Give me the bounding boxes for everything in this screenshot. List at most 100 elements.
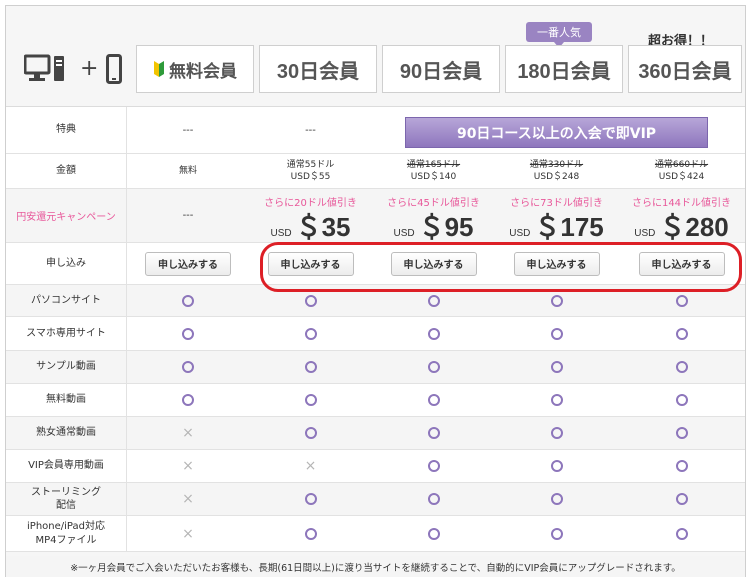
feature-cell (372, 483, 495, 515)
regular-price: 通常660ドル (654, 159, 709, 170)
usd-price: USD＄55 (290, 172, 331, 182)
pricing-table: + 一番人気 超お得！！ 無料会員 30日会員 90日会員 180日会員 360… (5, 5, 746, 577)
circle-available-icon (427, 460, 440, 472)
feature-cell (618, 450, 745, 482)
price-amount: ＄95 (418, 212, 474, 242)
circle-available-icon (182, 327, 194, 340)
desktop-pc-icon (24, 54, 64, 81)
feature-cell (249, 483, 372, 515)
feature-cell: × (127, 417, 249, 449)
feature-row: iPhone/iPad対応 MP4ファイル × (6, 516, 745, 552)
row-label: パソコンサイト (6, 285, 127, 316)
feature-cell (372, 516, 495, 551)
regular-price: 通常165ドル (406, 159, 461, 170)
feature-cell: × (127, 516, 249, 551)
cross-unavailable-icon: × (182, 491, 194, 507)
feature-cell (618, 351, 745, 383)
feature-row: 無料動画 (6, 384, 745, 417)
apply-button-free[interactable]: 申し込みする (145, 251, 231, 276)
feature-cell (127, 351, 249, 383)
row-label: 申し込み (6, 243, 127, 284)
usd-price: USD＄424 (658, 172, 705, 182)
circle-available-icon (550, 493, 563, 505)
feature-cell (372, 351, 495, 383)
feature-cell (618, 285, 745, 316)
apply-button-180[interactable]: 申し込みする (513, 251, 600, 276)
feature-cell (495, 417, 618, 449)
circle-available-icon (675, 294, 688, 307)
vip-banner: 90日コース以上の入会で即VIP (405, 117, 708, 148)
feature-cell (372, 417, 495, 449)
benefit-30: --- (305, 124, 316, 136)
feature-cell (495, 317, 618, 350)
campaign-price: USD ＄35 (249, 207, 372, 244)
circle-available-icon (675, 493, 688, 505)
row-label: 円安還元キャンペーン (6, 189, 127, 242)
circle-available-icon (675, 460, 688, 472)
circle-available-icon (304, 493, 317, 505)
cross-unavailable-icon: × (182, 525, 194, 542)
feature-cell (618, 317, 745, 350)
feature-row: 熟女通常動画 × (6, 417, 745, 450)
circle-available-icon (427, 394, 440, 406)
row-label: 熟女通常動画 (6, 417, 127, 449)
circle-available-icon (182, 394, 194, 406)
apply-button-90[interactable]: 申し込みする (390, 251, 477, 276)
campaign-360: さらに144ドル値引き USD ＄280 (618, 189, 745, 242)
smartphone-icon (106, 54, 123, 84)
feature-row: スマホ専用サイト (6, 317, 745, 351)
row-label: スマホ専用サイト (6, 317, 127, 350)
price-free: 無料 (178, 165, 197, 176)
campaign-price: USD ＄175 (495, 207, 618, 244)
plan-free: 無料会員 (136, 45, 254, 93)
feature-cell (372, 317, 495, 350)
plan-360-days: 360日会員 (628, 45, 742, 93)
campaign-30: さらに20ドル値引き USD ＄35 (249, 189, 372, 242)
beginner-mark-icon (154, 61, 164, 77)
cross-unavailable-icon: × (304, 458, 317, 474)
cross-unavailable-icon: × (182, 425, 194, 441)
circle-available-icon (550, 327, 563, 340)
apply-button-30[interactable]: 申し込みする (267, 251, 354, 276)
feature-cell (127, 285, 249, 316)
feature-cell (249, 317, 372, 350)
campaign-free: --- (182, 210, 194, 221)
feature-cell (495, 351, 618, 383)
footnote: ※一ヶ月会員でご入会いただいたお客様も、長期(61日間以上)に渡り当サイトを継続… (6, 556, 745, 577)
plan-30-days: 30日会員 (259, 45, 377, 93)
plan-free-label: 無料会員 (169, 61, 237, 81)
feature-cell (372, 285, 495, 316)
benefit-free: --- (182, 124, 194, 136)
feature-cell: × (127, 483, 249, 515)
circle-available-icon (550, 361, 563, 373)
price-360: 通常660ドル USD＄424 (618, 154, 745, 188)
circle-available-icon (427, 361, 440, 373)
campaign-90: さらに45ドル値引き USD ＄95 (372, 189, 495, 242)
row-label: ストーリミング 配信 (6, 483, 127, 515)
feature-cell (495, 285, 618, 316)
apply-button-360[interactable]: 申し込みする (638, 251, 725, 276)
circle-available-icon (304, 327, 317, 340)
circle-available-icon (550, 460, 563, 472)
circle-available-icon (427, 493, 440, 505)
row-label: 特典 (6, 107, 127, 153)
feature-cell (249, 351, 372, 383)
regular-price: 通常330ドル (529, 159, 584, 170)
price-180: 通常330ドル USD＄248 (495, 154, 618, 188)
feature-cell (495, 516, 618, 551)
feature-cell (249, 384, 372, 416)
circle-available-icon (304, 294, 317, 307)
circle-available-icon (427, 294, 440, 307)
row-benefits: 特典 --- --- 90日コース以上の入会で即VIP (6, 107, 745, 154)
feature-cell (618, 417, 745, 449)
circle-available-icon (675, 394, 688, 406)
circle-available-icon (304, 527, 317, 540)
plus-sign: + (80, 56, 99, 81)
row-label: サンプル動画 (6, 351, 127, 383)
feature-rows: パソコンサイト スマホ専用サイト サンプル動画 無料動画 熟女通常動画 × VIP会員専用動… (6, 285, 745, 552)
circle-available-icon (550, 527, 563, 540)
circle-available-icon (675, 327, 688, 340)
circle-available-icon (550, 394, 563, 406)
circle-available-icon (675, 527, 688, 540)
feature-cell (618, 483, 745, 515)
